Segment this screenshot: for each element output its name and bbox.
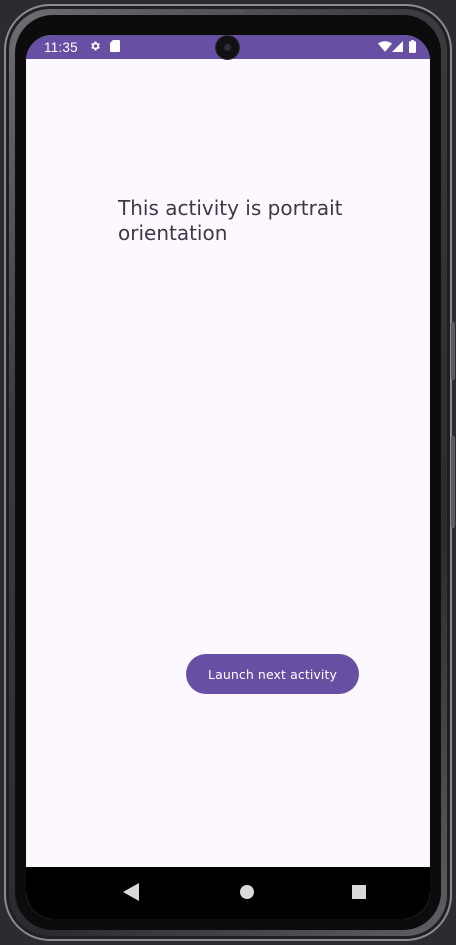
cell-signal-icon: [392, 41, 403, 52]
home-icon[interactable]: [240, 885, 254, 899]
recents-icon[interactable]: [352, 885, 366, 899]
launch-next-activity-button[interactable]: Launch next activity: [186, 654, 359, 694]
status-bar: 11:35: [26, 35, 430, 59]
gear-icon: [91, 41, 100, 51]
sdcard-icon: [110, 40, 120, 52]
screen: 11:35 This activity is portrait orientat…: [26, 35, 430, 919]
earpiece: [212, 10, 244, 13]
navigation-bar: [26, 867, 430, 919]
orientation-message: This activity is portrait orientation: [118, 196, 343, 245]
wifi-icon: [378, 41, 392, 52]
status-time: 11:35: [44, 40, 78, 55]
back-icon[interactable]: [123, 883, 139, 901]
volume-button: [451, 436, 455, 528]
launch-button-label: Launch next activity: [208, 666, 337, 682]
power-button: [451, 322, 455, 380]
front-camera: [216, 36, 239, 59]
phone-frame: 11:35 This activity is portrait orientat…: [4, 4, 455, 941]
battery-icon: [409, 40, 416, 53]
phone-bezel: 11:35 This activity is portrait orientat…: [15, 15, 441, 930]
